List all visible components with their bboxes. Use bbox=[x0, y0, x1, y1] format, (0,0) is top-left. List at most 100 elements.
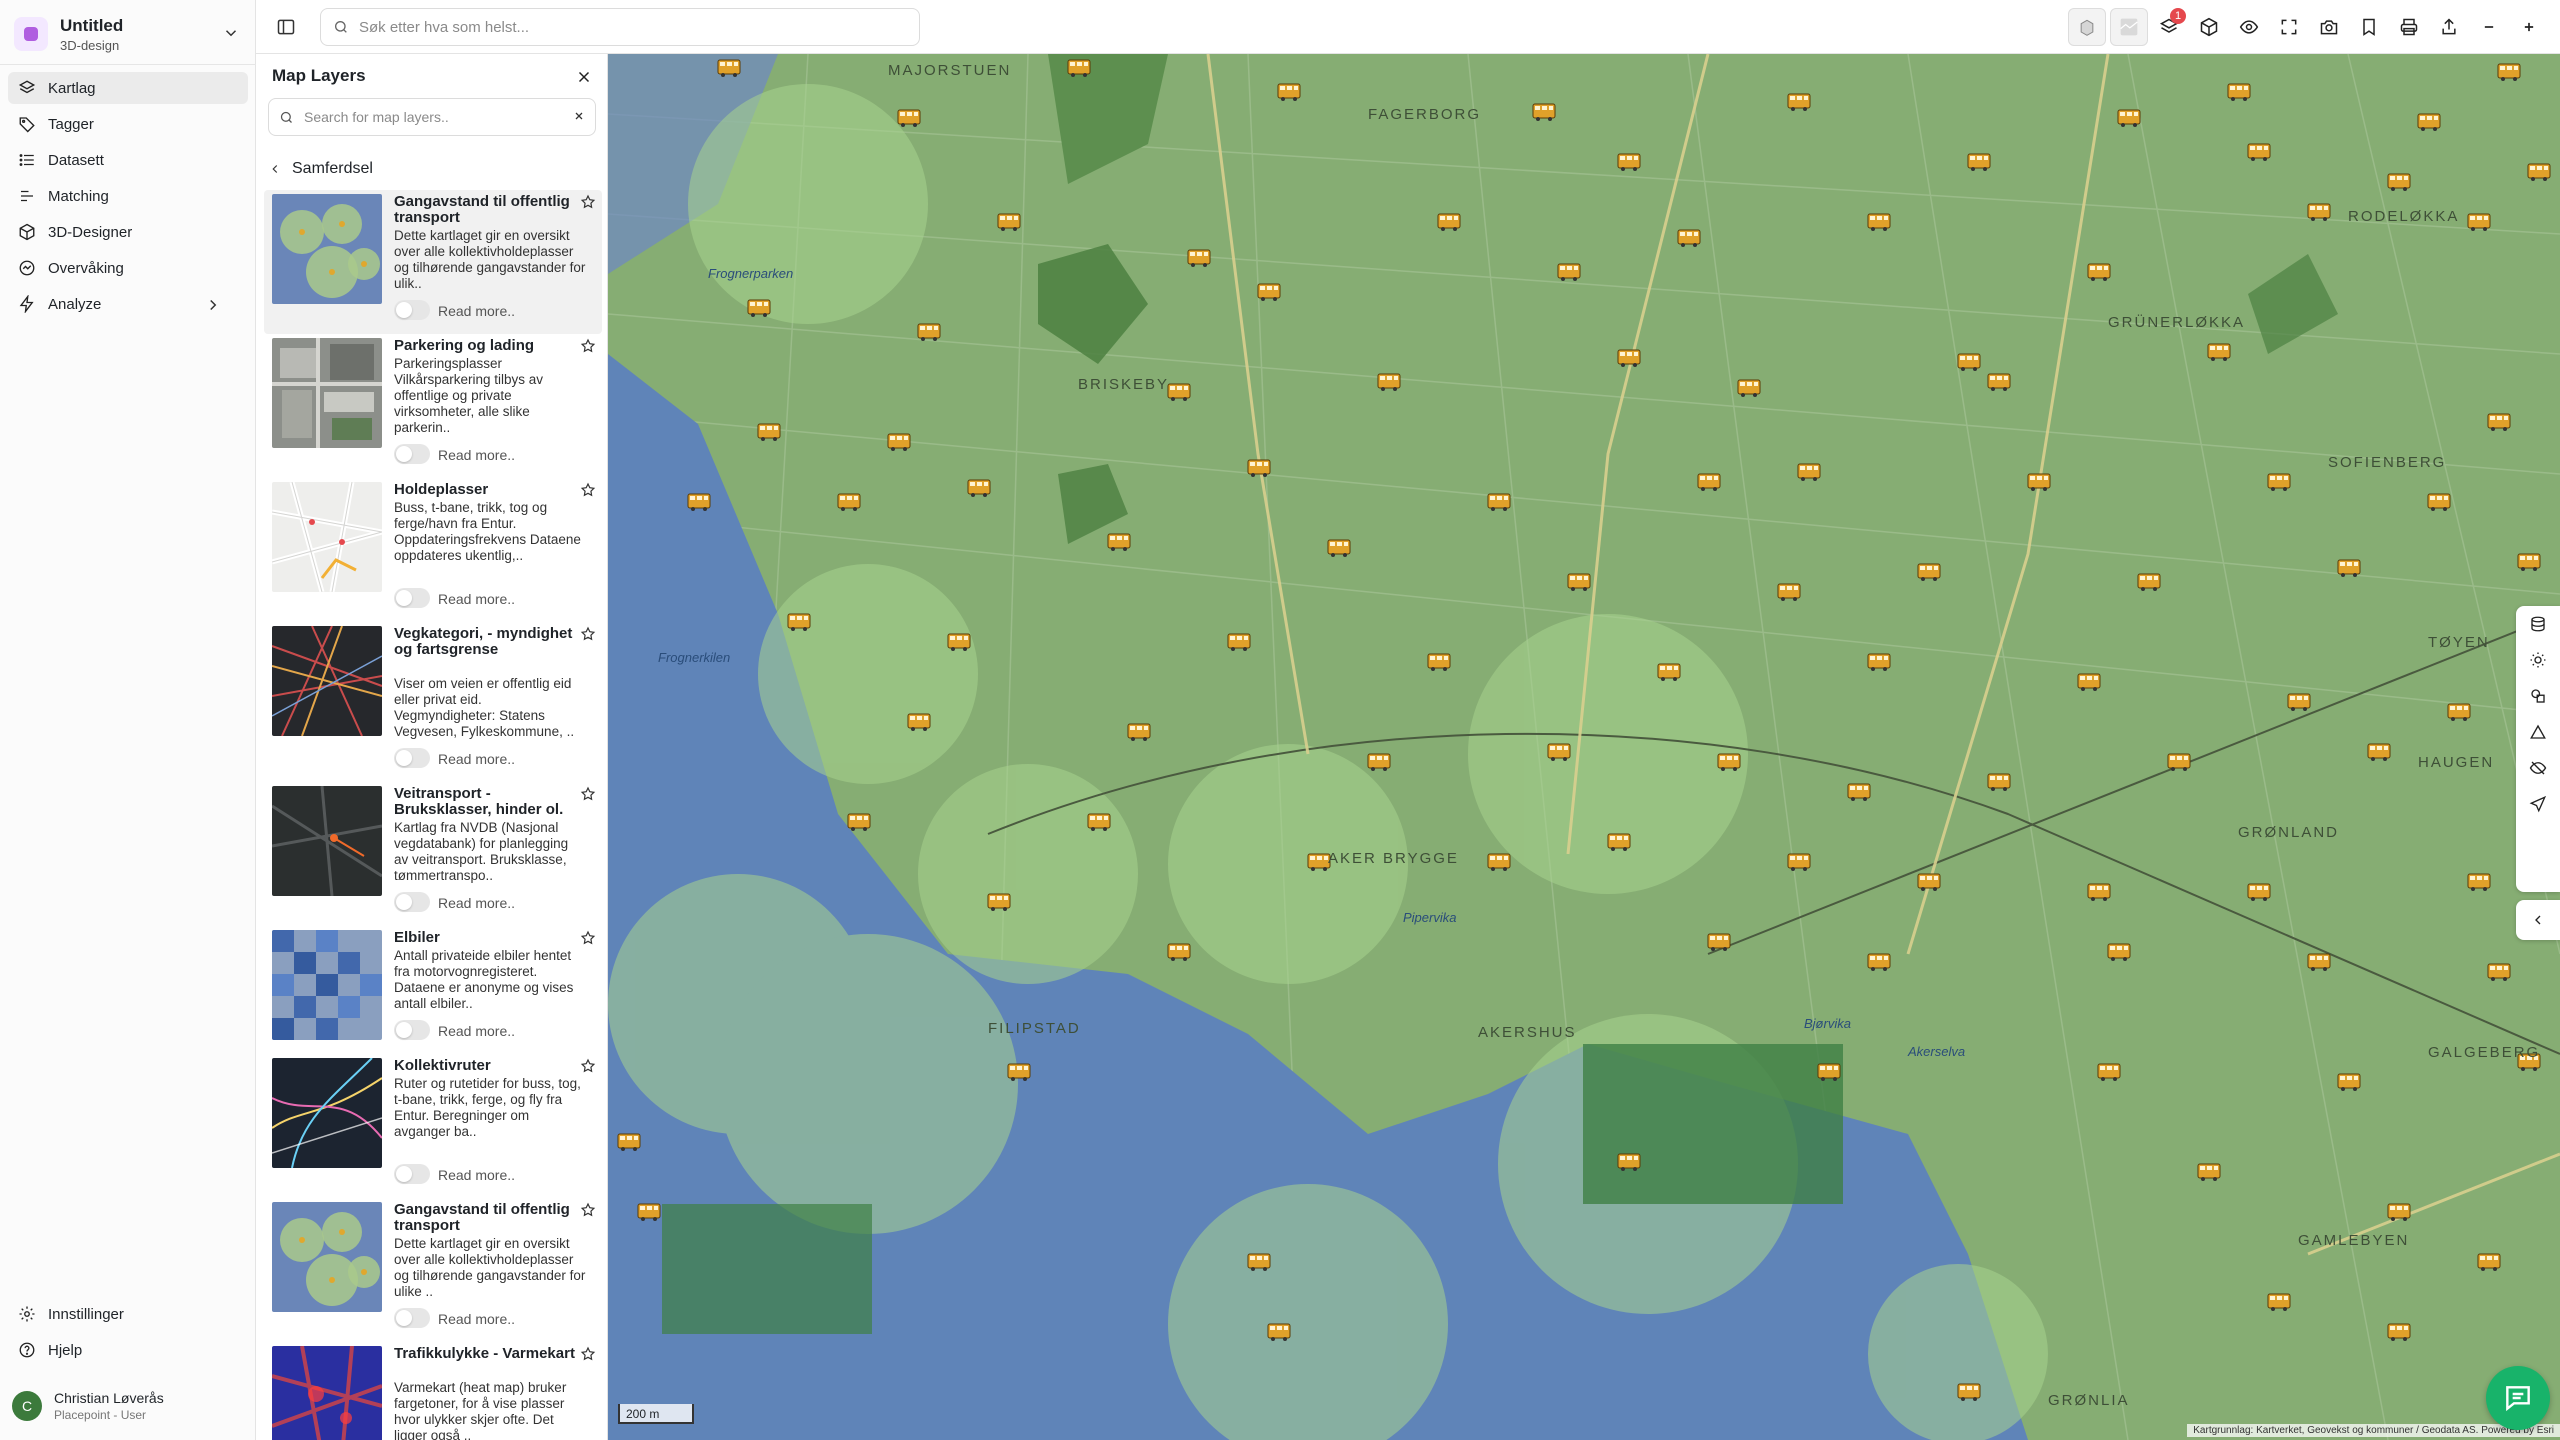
star-icon[interactable] bbox=[580, 1346, 596, 1362]
layer-title: Elbiler bbox=[394, 929, 440, 946]
place-label: HAUGEN bbox=[2418, 754, 2495, 771]
layer-card[interactable]: Parkering og lading Parkeringsplasser Vi… bbox=[264, 334, 602, 478]
layer-thumbnail bbox=[272, 930, 382, 1040]
star-icon[interactable] bbox=[580, 1058, 596, 1074]
layer-thumbnail bbox=[272, 1202, 382, 1312]
bus-stop-marker bbox=[2227, 83, 2251, 102]
layer-toggle[interactable] bbox=[394, 300, 430, 320]
project-switcher[interactable]: Untitled 3D-design bbox=[10, 10, 246, 58]
star-icon[interactable] bbox=[580, 194, 596, 210]
layer-card[interactable]: Kollektivruter Ruter og rutetider for bu… bbox=[264, 1054, 602, 1198]
nav-item-datasett[interactable]: Datasett bbox=[8, 144, 248, 176]
hide-button[interactable] bbox=[2516, 750, 2560, 786]
nav-item-help[interactable]: Hjelp bbox=[8, 1334, 248, 1366]
layer-card[interactable]: Vegkategori, - myndighet og fartsgrense … bbox=[264, 622, 602, 782]
read-more-link[interactable]: Read more.. bbox=[438, 447, 515, 463]
layer-card[interactable]: Trafikkulykke - Varmekart Varmekart (hea… bbox=[264, 1342, 602, 1440]
layer-toggle[interactable] bbox=[394, 444, 430, 464]
navigate-button[interactable] bbox=[2516, 786, 2560, 822]
read-more-link[interactable]: Read more.. bbox=[438, 591, 515, 607]
chevron-down-icon[interactable] bbox=[222, 24, 240, 42]
bus-stop-marker bbox=[2267, 1293, 2291, 1312]
bus-stop-marker bbox=[1917, 873, 1941, 892]
layer-toggle[interactable] bbox=[394, 1308, 430, 1328]
category-back-link[interactable]: Samferdsel bbox=[268, 160, 373, 178]
read-more-link[interactable]: Read more.. bbox=[438, 1023, 515, 1039]
share-button[interactable] bbox=[2430, 8, 2468, 46]
global-search[interactable] bbox=[320, 8, 920, 46]
fullscreen-icon bbox=[2281, 19, 2297, 35]
layer-title: Gangavstand til offentlig transport bbox=[394, 193, 570, 226]
screenshot-button[interactable] bbox=[2310, 8, 2348, 46]
measure-button[interactable] bbox=[2516, 714, 2560, 750]
export-button[interactable] bbox=[2516, 606, 2560, 642]
layer-card[interactable]: Veitransport - Bruksklasser, hinder ol. … bbox=[264, 782, 602, 926]
bus-stop-marker bbox=[1677, 229, 1701, 248]
layer-search-input[interactable] bbox=[304, 109, 554, 125]
layer-toggle[interactable] bbox=[394, 1164, 430, 1184]
zoom-out-button[interactable] bbox=[2470, 8, 2508, 46]
layers-button[interactable]: 1 bbox=[2150, 8, 2188, 46]
close-icon[interactable] bbox=[575, 68, 593, 86]
bus-stop-marker bbox=[1737, 379, 1761, 398]
nav-item-tagger[interactable]: Tagger bbox=[8, 108, 248, 140]
user-profile[interactable]: C Christian Løverås Placepoint - User bbox=[12, 1390, 164, 1422]
layer-search[interactable] bbox=[268, 98, 596, 136]
bus-stop-marker bbox=[717, 59, 741, 78]
bus-stop-marker bbox=[2337, 559, 2361, 578]
project-logo bbox=[14, 17, 48, 51]
layer-thumbnail bbox=[272, 338, 382, 448]
layer-toggle[interactable] bbox=[394, 1020, 430, 1040]
3d-object-button[interactable] bbox=[2190, 8, 2228, 46]
zoom-in-button[interactable] bbox=[2510, 8, 2548, 46]
shapes-button[interactable] bbox=[2516, 678, 2560, 714]
layer-card[interactable]: Gangavstand til offentlig transport Dett… bbox=[264, 190, 602, 334]
view-3d-button[interactable] bbox=[2068, 8, 2106, 46]
clear-icon[interactable] bbox=[573, 110, 585, 122]
star-icon[interactable] bbox=[580, 626, 596, 642]
sidebar-toggle-button[interactable] bbox=[272, 14, 300, 40]
nav-label: Innstillinger bbox=[48, 1305, 124, 1323]
fullscreen-button[interactable] bbox=[2270, 8, 2308, 46]
rail-collapse-button[interactable] bbox=[2516, 900, 2560, 940]
map-canvas[interactable]: MAJORSTUEN FAGERBORG BRISKEBY RODELØKKA … bbox=[608, 54, 2560, 1440]
bus-stop-marker bbox=[2087, 883, 2111, 902]
star-icon[interactable] bbox=[580, 1202, 596, 1218]
nav-item-analyze[interactable]: Analyze bbox=[8, 288, 248, 320]
read-more-link[interactable]: Read more.. bbox=[438, 303, 515, 319]
chevron-left-icon bbox=[272, 165, 278, 173]
bus-stop-marker bbox=[2117, 109, 2141, 128]
read-more-link[interactable]: Read more.. bbox=[438, 751, 515, 767]
sun-button[interactable] bbox=[2516, 642, 2560, 678]
view-2d-button[interactable] bbox=[2110, 8, 2148, 46]
bus-stop-marker bbox=[1257, 283, 1281, 302]
nav-item-kartlag[interactable]: Kartlag bbox=[8, 72, 248, 104]
layer-toggle[interactable] bbox=[394, 748, 430, 768]
bus-stop-marker bbox=[1617, 349, 1641, 368]
search-input[interactable] bbox=[359, 18, 899, 36]
layer-card[interactable]: Holdeplasser Buss, t-bane, trikk, tog og… bbox=[264, 478, 602, 622]
chat-button[interactable] bbox=[2486, 1366, 2550, 1430]
print-button[interactable] bbox=[2390, 8, 2428, 46]
star-icon[interactable] bbox=[580, 786, 596, 802]
nav-item-3d-designer[interactable]: 3D-Designer bbox=[8, 216, 248, 248]
help-icon bbox=[19, 1342, 35, 1358]
read-more-link[interactable]: Read more.. bbox=[438, 1167, 515, 1183]
layer-card[interactable]: Elbiler Antall privateide elbiler hentet… bbox=[264, 926, 602, 1054]
nav-item-matching[interactable]: Matching bbox=[8, 180, 248, 212]
layer-toggle[interactable] bbox=[394, 588, 430, 608]
bus-stop-marker bbox=[947, 633, 971, 652]
bus-stop-marker bbox=[1867, 653, 1891, 672]
layer-toggle[interactable] bbox=[394, 892, 430, 912]
nav-item-overvaking[interactable]: Overvåking bbox=[8, 252, 248, 284]
bookmark-button[interactable] bbox=[2350, 8, 2388, 46]
bus-stop-marker bbox=[837, 493, 861, 512]
star-icon[interactable] bbox=[580, 338, 596, 354]
read-more-link[interactable]: Read more.. bbox=[438, 1311, 515, 1327]
nav-item-settings[interactable]: Innstillinger bbox=[8, 1298, 248, 1330]
read-more-link[interactable]: Read more.. bbox=[438, 895, 515, 911]
visibility-button[interactable] bbox=[2230, 8, 2268, 46]
star-icon[interactable] bbox=[580, 482, 596, 498]
star-icon[interactable] bbox=[580, 930, 596, 946]
layer-card[interactable]: Gangavstand til offentlig transport Dett… bbox=[264, 1198, 602, 1342]
